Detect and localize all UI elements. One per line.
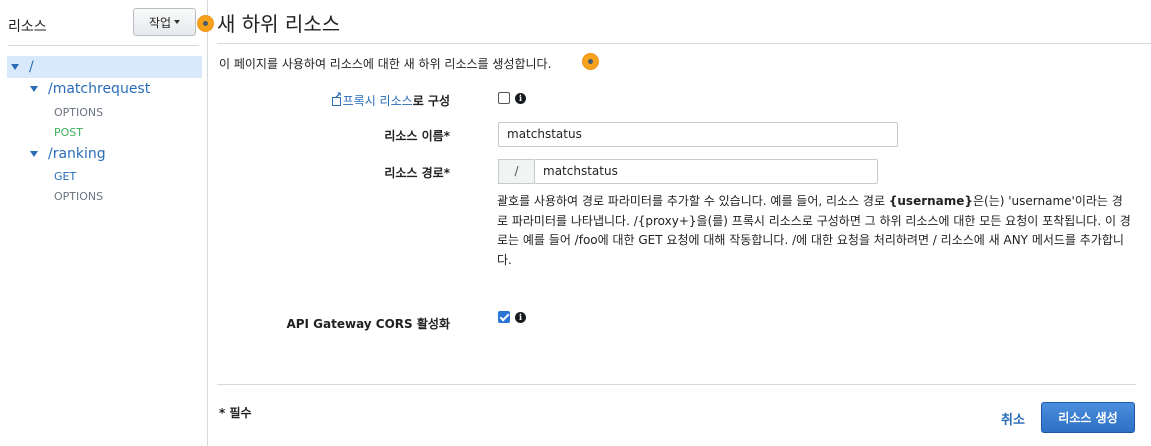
- tree-item-root[interactable]: /: [7, 56, 202, 78]
- help-example-path: {username}: [888, 194, 973, 208]
- resource-path-prefix: /: [498, 159, 534, 184]
- resource-path-label: 리소스 경로*: [384, 166, 450, 180]
- page-title: 새 하위 리소스: [217, 12, 341, 36]
- expand-triangle-icon[interactable]: [30, 151, 38, 157]
- resource-path[interactable]: /: [29, 59, 34, 75]
- actions-label: 작업: [148, 15, 172, 30]
- resource-path[interactable]: /matchrequest: [48, 81, 150, 97]
- proxy-resource-checkbox[interactable]: [498, 92, 510, 104]
- chevron-down-icon: [174, 20, 181, 24]
- sidebar-divider: [8, 45, 199, 46]
- actions-dropdown-button[interactable]: 작업: [133, 8, 196, 36]
- resource-path[interactable]: /ranking: [48, 146, 106, 162]
- proxy-resource-label: 프록시 리소스로 구성: [331, 91, 450, 109]
- footer-divider: [217, 384, 1136, 385]
- title-divider: [217, 43, 1151, 44]
- cors-checkbox[interactable]: [498, 311, 510, 323]
- expand-triangle-icon[interactable]: [30, 86, 38, 92]
- external-link-icon: [331, 91, 342, 106]
- method-post[interactable]: POST: [54, 126, 83, 139]
- method-options[interactable]: OPTIONS: [54, 190, 103, 203]
- resource-path-help: 괄호를 사용하여 경로 파라미터를 추가할 수 있습니다. 예를 들어, 리소스…: [497, 194, 1131, 267]
- resource-name-label: 리소스 이름*: [384, 129, 450, 143]
- tree-item-matchrequest[interactable]: /matchrequest: [30, 81, 150, 97]
- info-icon[interactable]: i: [515, 93, 526, 104]
- resource-name-input[interactable]: matchstatus: [498, 122, 898, 147]
- page-description: 이 페이지를 사용하여 리소스에 대한 새 하위 리소스를 생성합니다.: [219, 57, 552, 71]
- method-get[interactable]: GET: [54, 170, 76, 183]
- proxy-label-suffix: 로 구성: [412, 94, 450, 108]
- sidebar-title: 리소스: [8, 19, 47, 35]
- required-note: * 필수: [219, 406, 252, 420]
- resource-path-input[interactable]: matchstatus: [534, 159, 878, 184]
- info-bubble-icon[interactable]: [583, 54, 598, 69]
- info-icon[interactable]: i: [515, 312, 526, 323]
- expand-triangle-icon[interactable]: [11, 64, 19, 70]
- method-options[interactable]: OPTIONS: [54, 106, 103, 119]
- create-resource-button[interactable]: 리소스 생성: [1041, 402, 1135, 433]
- resource-sidebar: 리소스 작업 / /matchrequest OPTIONS POST /ran…: [0, 0, 213, 446]
- info-bubble-icon[interactable]: [198, 16, 213, 31]
- cors-label: API Gateway CORS 활성화: [286, 317, 450, 331]
- cancel-button[interactable]: 취소: [1001, 409, 1025, 428]
- tree-item-ranking[interactable]: /ranking: [30, 146, 106, 162]
- proxy-resource-link[interactable]: 프록시 리소스: [331, 91, 413, 108]
